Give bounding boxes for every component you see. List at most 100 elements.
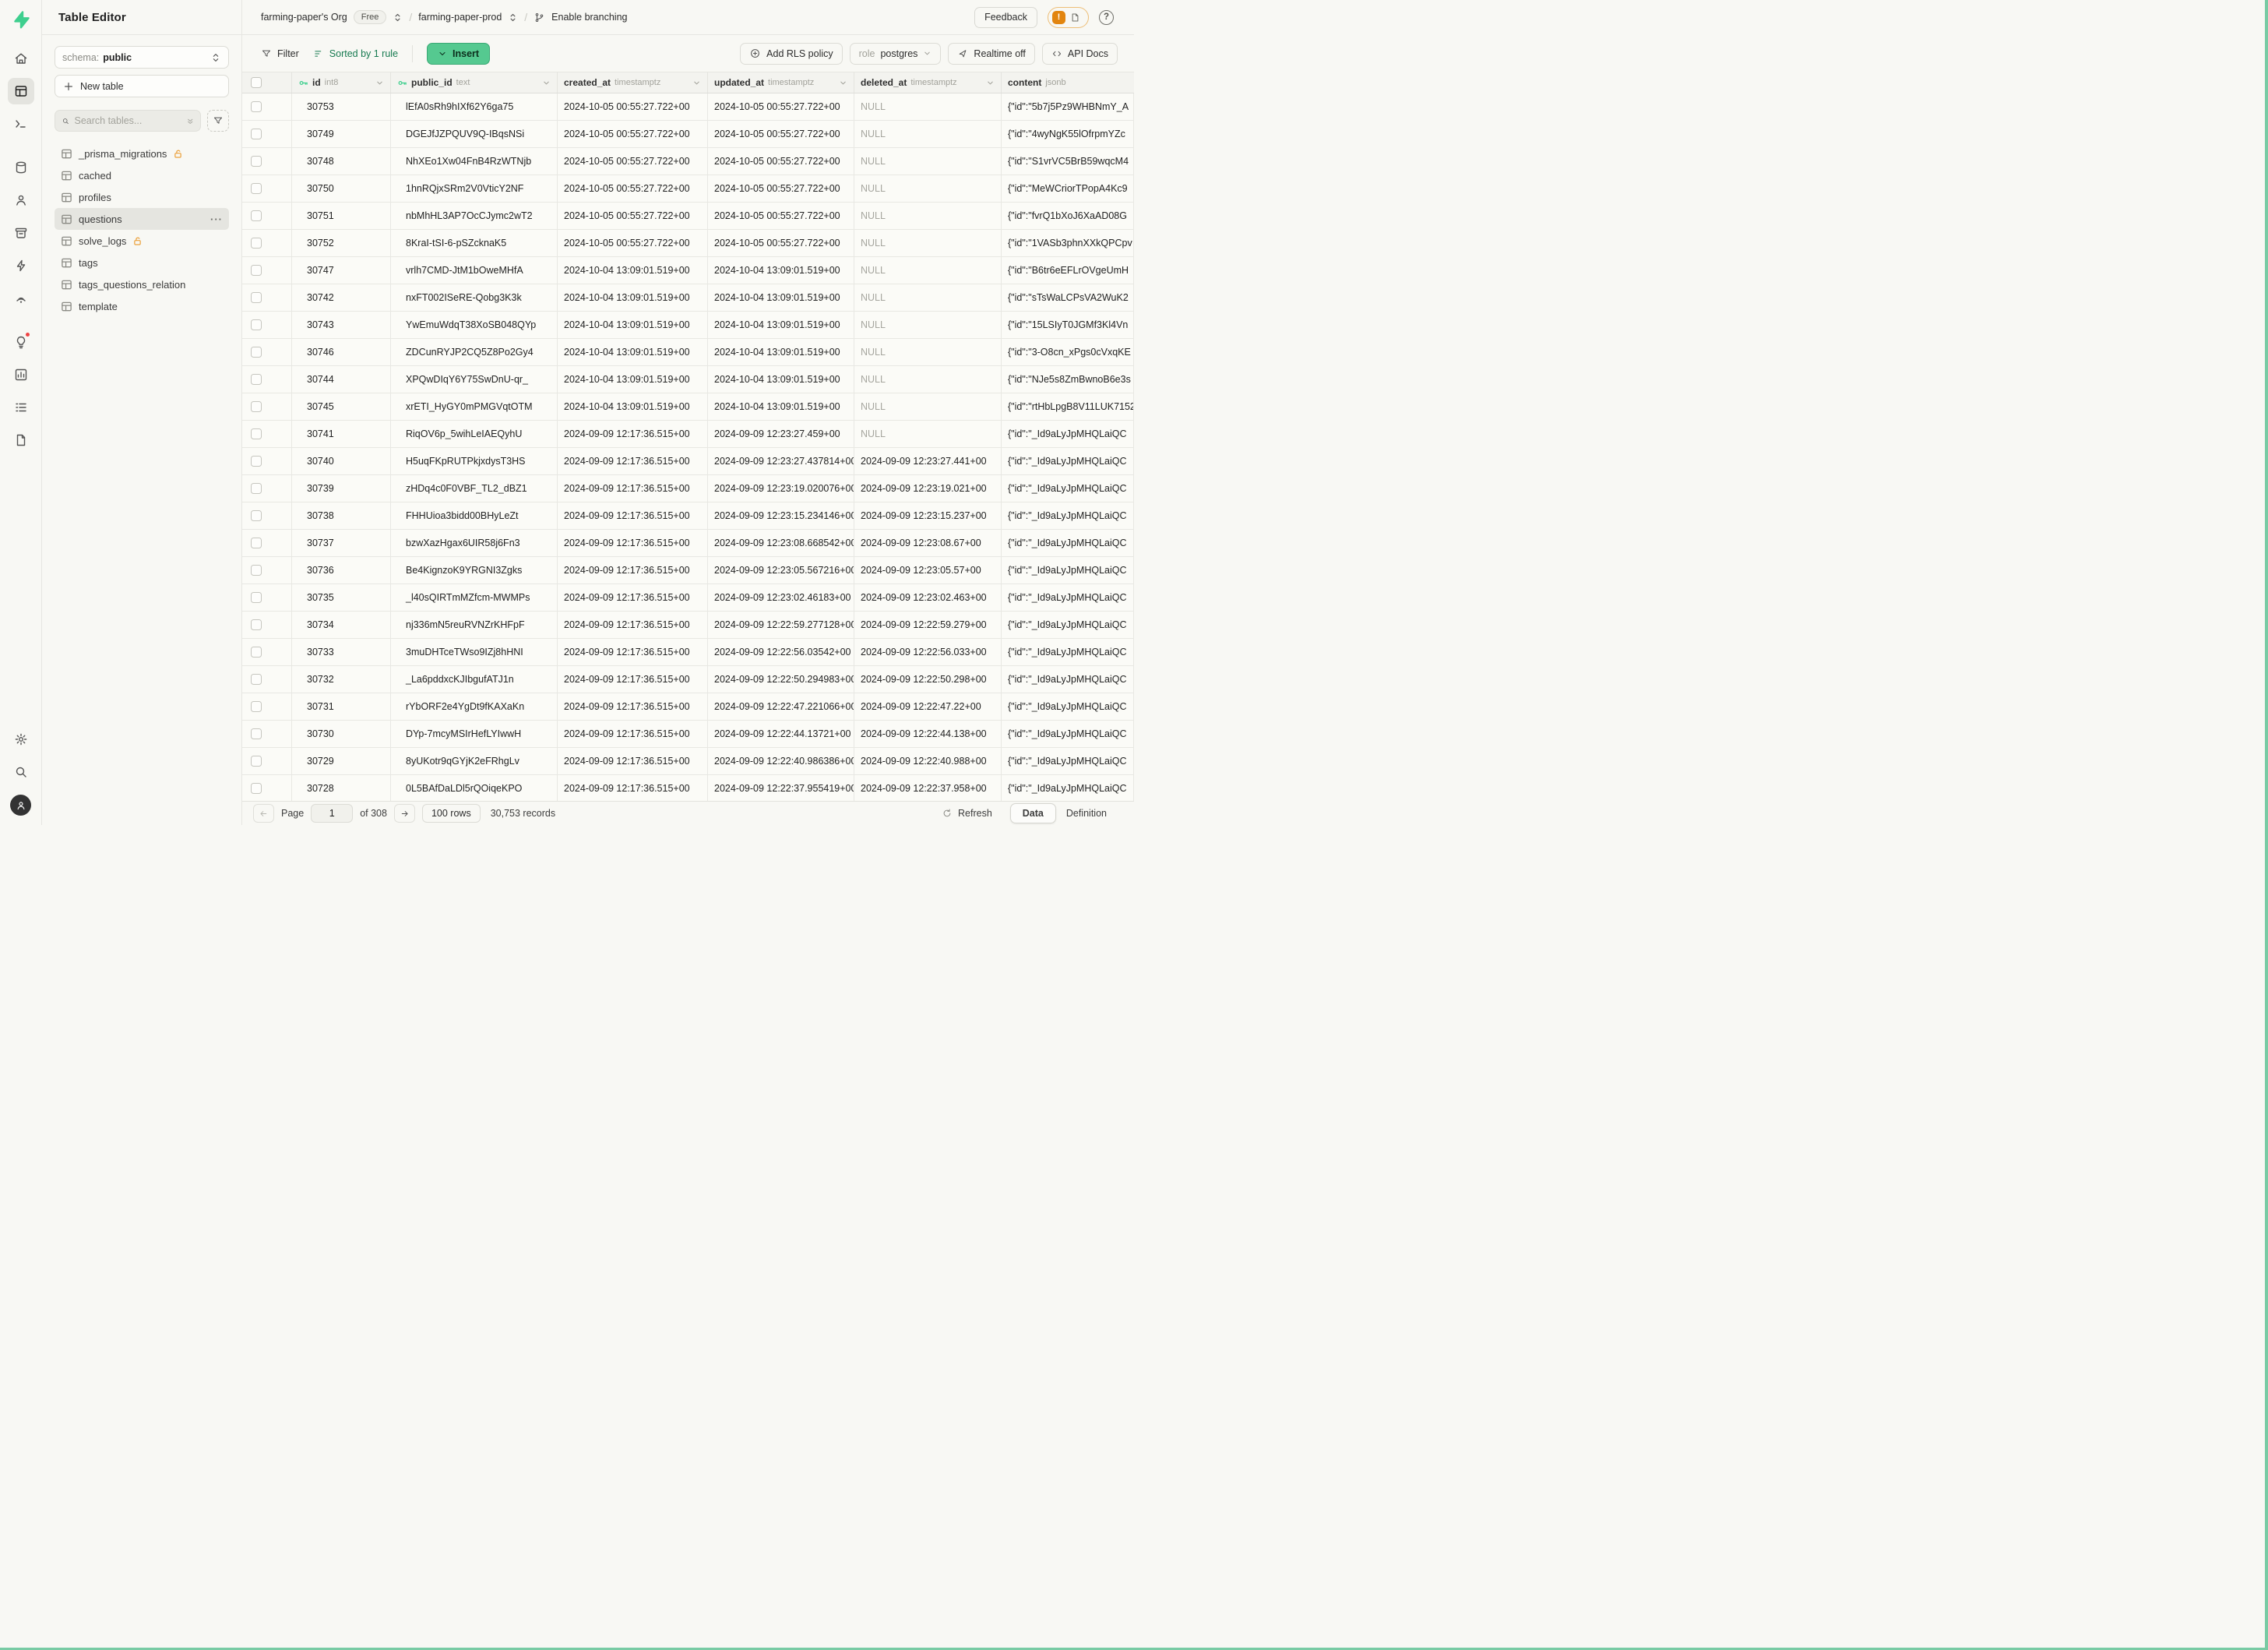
cell-public-id[interactable]: FHHUioa3bidd00BHyLeZt [391,502,558,529]
cell-public-id[interactable]: 8KraI-tSI-6-pSZcknaK5 [391,230,558,256]
cell-public-id[interactable]: XPQwDIqY6Y75SwDnU-qr_ [391,366,558,393]
cell-public-id[interactable]: rYbORF2e4YgDt9fKAXaKn [391,693,558,720]
rail-realtime-icon[interactable] [8,285,34,312]
cell-updated-at[interactable]: 2024-09-09 12:23:15.234146+00 [708,502,854,529]
cell-id[interactable]: 30747 [292,257,391,284]
cell-deleted-at[interactable]: NULL [854,257,1002,284]
cell-public-id[interactable]: 8yUKotr9qGYjK2eFRhgLv [391,748,558,774]
cell-deleted-at[interactable]: NULL [854,175,1002,202]
cell-updated-at[interactable]: 2024-10-04 13:09:01.519+00 [708,393,854,420]
cell-content[interactable]: {"id":"B6tr6eEFLrOVgeUmH [1002,257,1134,284]
row-checkbox[interactable] [251,156,262,167]
add-rls-policy-button[interactable]: Add RLS policy [740,43,842,65]
cell-created-at[interactable]: 2024-10-04 13:09:01.519+00 [558,312,708,338]
cell-deleted-at[interactable]: NULL [854,121,1002,147]
row-checkbox[interactable] [251,592,262,603]
row-checkbox[interactable] [251,238,262,249]
enable-branching-button[interactable]: Enable branching [551,12,627,23]
cell-updated-at[interactable]: 2024-09-09 12:22:44.13721+00 [708,721,854,747]
cell-content[interactable]: {"id":"_Id9aLyJpMHQLaiQC [1002,530,1134,556]
cell-created-at[interactable]: 2024-09-09 12:17:36.515+00 [558,557,708,583]
role-select[interactable]: role postgres [850,43,942,65]
cell-public-id[interactable]: 3muDHTceTWso9IZj8hHNI [391,639,558,665]
cell-public-id[interactable]: ZDCunRYJP2CQ5Z8Po2Gy4 [391,339,558,365]
cell-updated-at[interactable]: 2024-10-04 13:09:01.519+00 [708,366,854,393]
row-checkbox[interactable] [251,674,262,685]
breadcrumb-org[interactable]: farming-paper's Org [261,12,347,23]
cell-content[interactable]: {"id":"S1vrVC5BrB59wqcM4 [1002,148,1134,175]
rail-api-docs-icon[interactable] [8,427,34,453]
column-header-id[interactable]: id int8 [292,72,391,93]
cell-deleted-at[interactable]: 2024-09-09 12:23:05.57+00 [854,557,1002,583]
cell-id[interactable]: 30730 [292,721,391,747]
cell-content[interactable]: {"id":"_Id9aLyJpMHQLaiQC [1002,475,1134,502]
cell-updated-at[interactable]: 2024-10-05 00:55:27.722+00 [708,203,854,229]
cell-content[interactable]: {"id":"_Id9aLyJpMHQLaiQC [1002,666,1134,693]
chevron-down-icon[interactable] [839,79,847,87]
cell-content[interactable]: {"id":"fvrQ1bXoJ6XaAD08G [1002,203,1134,229]
cell-public-id[interactable]: zHDq4c0F0VBF_TL2_dBZ1 [391,475,558,502]
cell-id[interactable]: 30729 [292,748,391,774]
cell-deleted-at[interactable]: NULL [854,148,1002,175]
cell-content[interactable]: {"id":"3-O8cn_xPgs0cVxqKE [1002,339,1134,365]
cell-id[interactable]: 30731 [292,693,391,720]
row-checkbox[interactable] [251,538,262,548]
chevron-down-icon[interactable] [692,79,701,87]
cell-content[interactable]: {"id":"_Id9aLyJpMHQLaiQC [1002,502,1134,529]
api-docs-button[interactable]: API Docs [1042,43,1118,65]
cell-content[interactable]: {"id":"_Id9aLyJpMHQLaiQC [1002,557,1134,583]
cell-deleted-at[interactable]: NULL [854,421,1002,447]
cell-deleted-at[interactable]: NULL [854,203,1002,229]
cell-created-at[interactable]: 2024-09-09 12:17:36.515+00 [558,748,708,774]
cell-public-id[interactable]: 1hnRQjxSRm2V0VticY2NF [391,175,558,202]
cell-created-at[interactable]: 2024-09-09 12:17:36.515+00 [558,502,708,529]
cell-id[interactable]: 30749 [292,121,391,147]
row-checkbox[interactable] [251,292,262,303]
cell-content[interactable]: {"id":"4wyNgK55lOfrpmYZc [1002,121,1134,147]
row-checkbox[interactable] [251,456,262,467]
insert-button[interactable]: Insert [427,43,490,65]
cell-id[interactable]: 30753 [292,93,391,120]
cell-updated-at[interactable]: 2024-10-04 13:09:01.519+00 [708,257,854,284]
cell-content[interactable]: {"id":"sTsWaLCPsVA2WuK2 [1002,284,1134,311]
rail-home-icon[interactable] [8,45,34,72]
cell-public-id[interactable]: xrETI_HyGY0mPMGVqtOTM [391,393,558,420]
cell-created-at[interactable]: 2024-10-05 00:55:27.722+00 [558,121,708,147]
rail-settings-icon[interactable] [8,726,34,753]
next-page-button[interactable] [394,804,415,823]
cell-content[interactable]: {"id":"_Id9aLyJpMHQLaiQC [1002,612,1134,638]
row-checkbox[interactable] [251,783,262,794]
row-checkbox[interactable] [251,619,262,630]
cell-updated-at[interactable]: 2024-10-04 13:09:01.519+00 [708,312,854,338]
previous-page-button[interactable] [253,804,274,823]
rail-search-icon[interactable] [8,759,34,785]
cell-deleted-at[interactable]: 2024-09-09 12:23:02.463+00 [854,584,1002,611]
chevrons-down-icon[interactable] [186,116,194,126]
cell-id[interactable]: 30751 [292,203,391,229]
cell-deleted-at[interactable]: 2024-09-09 12:22:44.138+00 [854,721,1002,747]
sidebar-item-cached[interactable]: cached ··· [55,164,229,186]
cell-id[interactable]: 30752 [292,230,391,256]
row-checkbox[interactable] [251,428,262,439]
cell-created-at[interactable]: 2024-09-09 12:17:36.515+00 [558,721,708,747]
row-checkbox[interactable] [251,347,262,358]
cell-deleted-at[interactable]: NULL [854,284,1002,311]
cell-id[interactable]: 30746 [292,339,391,365]
cell-created-at[interactable]: 2024-10-05 00:55:27.722+00 [558,230,708,256]
cell-created-at[interactable]: 2024-10-04 13:09:01.519+00 [558,339,708,365]
cell-deleted-at[interactable]: 2024-09-09 12:22:50.298+00 [854,666,1002,693]
filter-button[interactable]: Filter [261,48,299,59]
schema-select[interactable]: schema: public [55,46,229,69]
cell-created-at[interactable]: 2024-10-04 13:09:01.519+00 [558,366,708,393]
cell-deleted-at[interactable]: 2024-09-09 12:22:56.033+00 [854,639,1002,665]
rail-advisors-icon[interactable] [8,329,34,355]
cell-id[interactable]: 30733 [292,639,391,665]
cell-id[interactable]: 30745 [292,393,391,420]
cell-deleted-at[interactable]: 2024-09-09 12:22:47.22+00 [854,693,1002,720]
tab-data[interactable]: Data [1010,803,1056,823]
cell-updated-at[interactable]: 2024-10-05 00:55:27.722+00 [708,175,854,202]
cell-updated-at[interactable]: 2024-09-09 12:23:05.567216+00 [708,557,854,583]
row-checkbox[interactable] [251,101,262,112]
chevron-down-icon[interactable] [986,79,995,87]
cell-updated-at[interactable]: 2024-09-09 12:22:47.221066+00 [708,693,854,720]
